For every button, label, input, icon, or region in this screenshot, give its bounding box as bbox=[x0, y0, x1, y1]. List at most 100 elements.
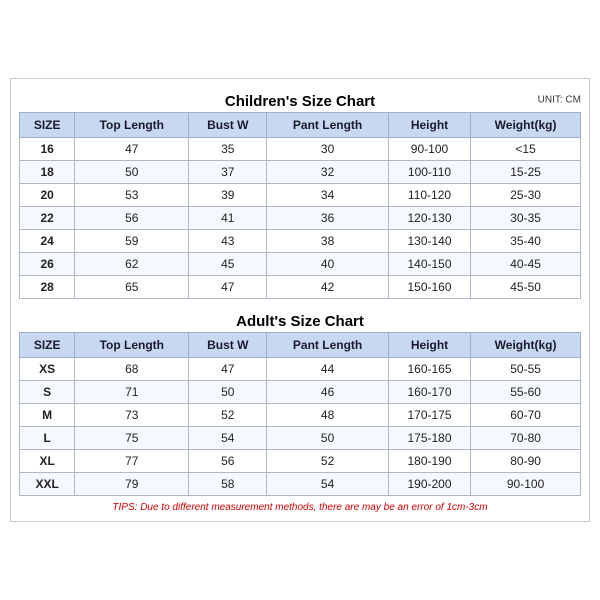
size-cell: 28 bbox=[20, 276, 75, 299]
col-header-height-adult: Height bbox=[388, 333, 470, 358]
data-cell: 180-190 bbox=[388, 450, 470, 473]
data-cell: 120-130 bbox=[388, 207, 470, 230]
col-header-size-adult: SIZE bbox=[20, 333, 75, 358]
table-row: 1647353090-100<15 bbox=[20, 138, 581, 161]
data-cell: 90-100 bbox=[471, 473, 581, 496]
data-cell: 50-55 bbox=[471, 358, 581, 381]
table-row: 22564136120-13030-35 bbox=[20, 207, 581, 230]
data-cell: 40-45 bbox=[471, 253, 581, 276]
data-cell: 58 bbox=[189, 473, 267, 496]
data-cell: 46 bbox=[267, 381, 389, 404]
data-cell: 54 bbox=[189, 427, 267, 450]
col-header-pant-length-adult: Pant Length bbox=[267, 333, 389, 358]
data-cell: 48 bbox=[267, 404, 389, 427]
size-chart-container: Children's Size Chart UNIT: CM SIZE Top … bbox=[10, 78, 590, 522]
size-cell: S bbox=[20, 381, 75, 404]
data-cell: 160-165 bbox=[388, 358, 470, 381]
data-cell: 34 bbox=[267, 184, 389, 207]
table-row: M735248170-17560-70 bbox=[20, 404, 581, 427]
table-row: XS684744160-16550-55 bbox=[20, 358, 581, 381]
col-header-top-length: Top Length bbox=[75, 113, 189, 138]
adult-title-text: Adult's Size Chart bbox=[236, 313, 364, 330]
table-row: 20533934110-12025-30 bbox=[20, 184, 581, 207]
data-cell: 47 bbox=[189, 276, 267, 299]
data-cell: 32 bbox=[267, 161, 389, 184]
data-cell: 150-160 bbox=[388, 276, 470, 299]
size-cell: 18 bbox=[20, 161, 75, 184]
data-cell: 59 bbox=[75, 230, 189, 253]
data-cell: 160-170 bbox=[388, 381, 470, 404]
table-row: 26624540140-15040-45 bbox=[20, 253, 581, 276]
data-cell: 44 bbox=[267, 358, 389, 381]
size-cell: 22 bbox=[20, 207, 75, 230]
data-cell: 79 bbox=[75, 473, 189, 496]
data-cell: 68 bbox=[75, 358, 189, 381]
data-cell: 53 bbox=[75, 184, 189, 207]
data-cell: 40 bbox=[267, 253, 389, 276]
col-header-weight: Weight(kg) bbox=[471, 113, 581, 138]
data-cell: 35 bbox=[189, 138, 267, 161]
data-cell: 30 bbox=[267, 138, 389, 161]
data-cell: 45 bbox=[189, 253, 267, 276]
table-row: 24594338130-14035-40 bbox=[20, 230, 581, 253]
col-header-top-length-adult: Top Length bbox=[75, 333, 189, 358]
data-cell: 80-90 bbox=[471, 450, 581, 473]
data-cell: 52 bbox=[267, 450, 389, 473]
data-cell: 56 bbox=[189, 450, 267, 473]
data-cell: 170-175 bbox=[388, 404, 470, 427]
col-header-pant-length: Pant Length bbox=[267, 113, 389, 138]
size-cell: 24 bbox=[20, 230, 75, 253]
data-cell: 71 bbox=[75, 381, 189, 404]
size-cell: 26 bbox=[20, 253, 75, 276]
data-cell: 55-60 bbox=[471, 381, 581, 404]
data-cell: 77 bbox=[75, 450, 189, 473]
table-row: S715046160-17055-60 bbox=[20, 381, 581, 404]
data-cell: 47 bbox=[75, 138, 189, 161]
adult-size-table: SIZE Top Length Bust W Pant Length Heigh… bbox=[19, 332, 581, 496]
col-header-bust-w: Bust W bbox=[189, 113, 267, 138]
data-cell: 41 bbox=[189, 207, 267, 230]
data-cell: 110-120 bbox=[388, 184, 470, 207]
adult-title: Adult's Size Chart bbox=[19, 307, 581, 332]
data-cell: 45-50 bbox=[471, 276, 581, 299]
col-header-weight-adult: Weight(kg) bbox=[471, 333, 581, 358]
data-cell: 100-110 bbox=[388, 161, 470, 184]
data-cell: <15 bbox=[471, 138, 581, 161]
data-cell: 25-30 bbox=[471, 184, 581, 207]
data-cell: 190-200 bbox=[388, 473, 470, 496]
data-cell: 50 bbox=[75, 161, 189, 184]
data-cell: 37 bbox=[189, 161, 267, 184]
size-cell: 16 bbox=[20, 138, 75, 161]
size-cell: XL bbox=[20, 450, 75, 473]
data-cell: 90-100 bbox=[388, 138, 470, 161]
data-cell: 30-35 bbox=[471, 207, 581, 230]
data-cell: 50 bbox=[267, 427, 389, 450]
data-cell: 75 bbox=[75, 427, 189, 450]
children-header-row: SIZE Top Length Bust W Pant Length Heigh… bbox=[20, 113, 581, 138]
col-header-bust-w-adult: Bust W bbox=[189, 333, 267, 358]
data-cell: 60-70 bbox=[471, 404, 581, 427]
data-cell: 65 bbox=[75, 276, 189, 299]
data-cell: 47 bbox=[189, 358, 267, 381]
data-cell: 54 bbox=[267, 473, 389, 496]
data-cell: 62 bbox=[75, 253, 189, 276]
data-cell: 56 bbox=[75, 207, 189, 230]
data-cell: 15-25 bbox=[471, 161, 581, 184]
table-row: XXL795854190-20090-100 bbox=[20, 473, 581, 496]
data-cell: 130-140 bbox=[388, 230, 470, 253]
size-cell: XS bbox=[20, 358, 75, 381]
data-cell: 42 bbox=[267, 276, 389, 299]
col-header-height: Height bbox=[388, 113, 470, 138]
size-cell: XXL bbox=[20, 473, 75, 496]
data-cell: 50 bbox=[189, 381, 267, 404]
data-cell: 36 bbox=[267, 207, 389, 230]
size-cell: L bbox=[20, 427, 75, 450]
data-cell: 38 bbox=[267, 230, 389, 253]
data-cell: 175-180 bbox=[388, 427, 470, 450]
size-cell: 20 bbox=[20, 184, 75, 207]
table-row: L755450175-18070-80 bbox=[20, 427, 581, 450]
children-title-text: Children's Size Chart bbox=[225, 93, 375, 110]
data-cell: 43 bbox=[189, 230, 267, 253]
tips-text: TIPS: Due to different measurement metho… bbox=[19, 502, 581, 513]
data-cell: 52 bbox=[189, 404, 267, 427]
